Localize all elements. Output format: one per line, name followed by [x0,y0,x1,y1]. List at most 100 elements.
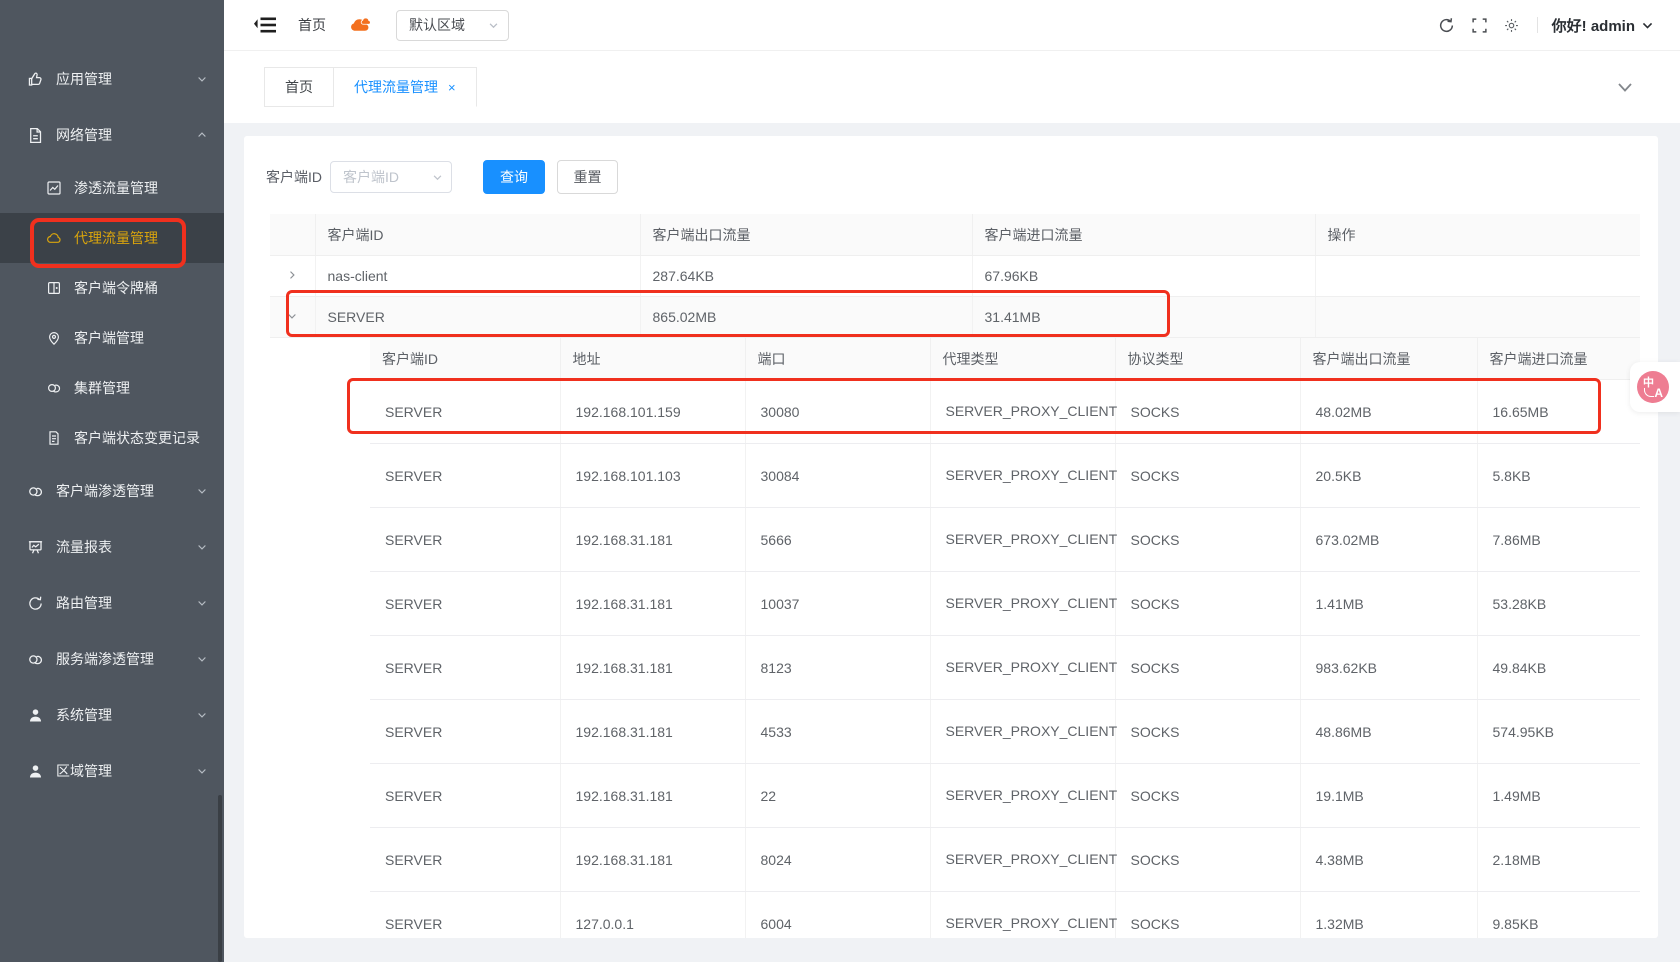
nested-column-header: 客户端ID [370,338,560,380]
board-icon [27,539,44,556]
chevron-down-icon [432,172,443,183]
sidebar-item-label: 流量报表 [56,537,112,557]
cluster-icon [46,380,62,396]
sidebar-item-客户端令牌桶[interactable]: 客户端令牌桶 [0,263,224,313]
expand-row-icon[interactable] [286,269,298,281]
cell-protocol-type: SOCKS [1115,572,1300,636]
pin-icon [46,330,62,346]
cell-proxy-type: SERVER_PROXY_CLIENT [930,828,1115,892]
tab-label: 首页 [285,77,313,97]
sidebar-item-应用管理[interactable]: 应用管理 [0,51,224,107]
tab-代理流量管理[interactable]: 代理流量管理× [334,67,477,107]
content-panel: 客户端ID 客户端ID 查询 重置 客户端ID客户端出口流量客户端进口流量操作 … [244,136,1658,938]
sidebar-item-label: 路由管理 [56,593,112,613]
reset-button[interactable]: 重置 [557,160,618,194]
collapse-row-icon[interactable] [286,310,298,322]
refresh-icon[interactable] [1438,17,1455,34]
nested-table-row: SERVER192.168.101.10330084SERVER_PROXY_C… [370,444,1640,508]
cell-client-id: SERVER [315,297,640,338]
cell-client-id: SERVER [370,636,560,700]
cell-out-traffic: 287.64KB [640,256,972,297]
sidebar-item-label: 服务端渗透管理 [56,649,154,669]
cell-in-traffic: 5.8KB [1477,444,1640,508]
nested-column-header: 代理类型 [930,338,1115,380]
sidebar-item-客户端渗透管理[interactable]: 客户端渗透管理 [0,463,224,519]
chevron-down-icon [196,709,208,721]
sidebar-item-系统管理[interactable]: 系统管理 [0,687,224,743]
cell-protocol-type: SOCKS [1115,700,1300,764]
cell-in-traffic: 9.85KB [1477,892,1640,939]
sidebar-item-label: 渗透流量管理 [74,178,158,198]
cell-address: 127.0.0.1 [560,892,745,939]
sidebar-scrollbar[interactable] [218,795,222,962]
nested-column-header: 客户端进口流量 [1477,338,1640,380]
top-header: 首页 默认区域 你好! admin [224,0,1680,51]
sidebar-item-流量报表[interactable]: 流量报表 [0,519,224,575]
sidebar-item-网络管理[interactable]: 网络管理 [0,107,224,163]
sidebar-item-渗透流量管理[interactable]: 渗透流量管理 [0,163,224,213]
tab-close-icon[interactable]: × [448,80,456,95]
nested-column-header: 地址 [560,338,745,380]
nested-column-header: 协议类型 [1115,338,1300,380]
breadcrumb-home[interactable]: 首页 [298,15,326,35]
cell-action [1315,297,1640,338]
chevron-down-icon [196,653,208,665]
sidebar-item-label: 应用管理 [56,69,112,89]
sidebar-item-客户端管理[interactable]: 客户端管理 [0,313,224,363]
chevron-down-icon[interactable] [1641,19,1654,32]
cell-protocol-type: SOCKS [1115,764,1300,828]
cell-address: 192.168.31.181 [560,828,745,892]
fullscreen-icon[interactable] [1471,17,1488,34]
chevron-down-icon [196,541,208,553]
cell-out-traffic: 48.02MB [1300,380,1477,444]
sidebar-item-集群管理[interactable]: 集群管理 [0,363,224,413]
sync-icon [27,595,44,612]
cell-port: 5666 [745,508,930,572]
cell-port: 8123 [745,636,930,700]
table-header-row: 客户端ID客户端出口流量客户端进口流量操作 [270,214,1640,256]
menu-fold-icon[interactable] [254,16,276,34]
cell-address: 192.168.31.181 [560,508,745,572]
client-id-select[interactable]: 客户端ID [330,161,452,193]
sidebar-item-代理流量管理[interactable]: 代理流量管理 [0,213,224,263]
cell-address: 192.168.31.181 [560,764,745,828]
cell-client-id: SERVER [370,508,560,572]
header-left: 首页 默认区域 [224,0,509,50]
tabs-chevron-down-icon[interactable] [1617,80,1633,94]
region-select[interactable]: 默认区域 [396,10,509,41]
translate-fab-container: 中 A [1630,362,1680,412]
user-greeting[interactable]: 你好! admin [1552,15,1635,36]
sidebar-item-服务端渗透管理[interactable]: 服务端渗透管理 [0,631,224,687]
nested-table-row: SERVER192.168.31.1814533SERVER_PROXY_CLI… [370,700,1640,764]
chevron-down-icon [196,485,208,497]
client-id-select-placeholder: 客户端ID [343,167,399,187]
cell-proxy-type: SERVER_PROXY_CLIENT [930,892,1115,939]
header-divider [1537,17,1538,33]
header-cloud-icon [350,17,372,33]
sidebar-item-区域管理[interactable]: 区域管理 [0,743,224,799]
cell-port: 10037 [745,572,930,636]
cluster-icon [27,651,44,668]
sidebar-item-路由管理[interactable]: 路由管理 [0,575,224,631]
column-header: 客户端进口流量 [972,214,1315,256]
brightness-icon[interactable] [1504,18,1519,33]
sidebar-item-label: 系统管理 [56,705,112,725]
sidebar-item-客户端状态变更记录[interactable]: 客户端状态变更记录 [0,413,224,463]
column-header: 操作 [1315,214,1640,256]
tab-首页[interactable]: 首页 [264,67,334,107]
cell-in-traffic: 1.49MB [1477,764,1640,828]
search-button[interactable]: 查询 [483,160,545,194]
user-icon [27,763,44,780]
cell-address: 192.168.101.103 [560,444,745,508]
cell-action [1315,256,1640,297]
cell-client-id: SERVER [370,700,560,764]
cell-in-traffic: 574.95KB [1477,700,1640,764]
cell-out-traffic: 1.32MB [1300,892,1477,939]
translate-icon[interactable]: 中 A [1637,371,1669,403]
table-row-SERVER: SERVER865.02MB31.41MB [270,297,1640,338]
cell-protocol-type: SOCKS [1115,892,1300,939]
cell-out-traffic: 983.62KB [1300,636,1477,700]
cell-client-id: SERVER [370,892,560,939]
cluster-icon [27,483,44,500]
cell-in-traffic: 53.28KB [1477,572,1640,636]
